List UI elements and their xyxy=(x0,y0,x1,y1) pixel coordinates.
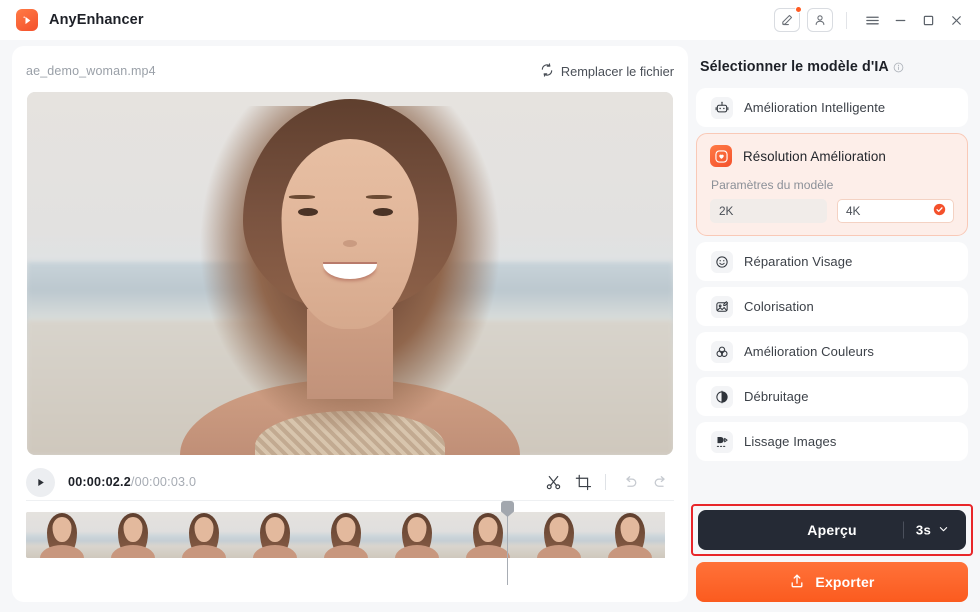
list-item[interactable] xyxy=(239,512,310,558)
subject-eye-left xyxy=(298,207,319,216)
page-title: Sélectionner le modèle d'IA xyxy=(700,59,889,75)
controls-divider xyxy=(605,474,606,490)
subject-eye-right xyxy=(372,207,393,216)
info-circle-icon[interactable] xyxy=(893,60,904,78)
model-item-colorisation[interactable]: Colorisation xyxy=(696,287,968,326)
playback-controls: 00:00:02.2/00:00:03.0 xyxy=(26,458,674,500)
preview-highlight-box: Aperçu 3s xyxy=(691,504,973,556)
list-item[interactable] xyxy=(26,512,97,558)
pen-edit-icon[interactable] xyxy=(774,6,802,32)
subject-nose xyxy=(343,240,357,248)
undo-icon[interactable] xyxy=(616,468,644,496)
model-item-amelioration-couleurs[interactable]: Amélioration Couleurs xyxy=(696,332,968,371)
model-list: Amélioration Intelligente Résolution Amé… xyxy=(696,88,968,496)
list-item[interactable] xyxy=(310,512,381,558)
robot-icon xyxy=(711,96,733,119)
resolution-heart-icon xyxy=(710,145,732,167)
selected-model-label: Résolution Amélioration xyxy=(743,148,886,164)
model-params-options: 2K 4K xyxy=(710,199,954,223)
chevron-down-icon xyxy=(938,523,949,538)
model-item-lissage-images[interactable]: Lissage Images xyxy=(696,422,968,461)
close-icon[interactable] xyxy=(942,6,970,34)
title-bar: AnyEnhancer xyxy=(0,0,980,40)
replace-file-button[interactable]: Remplacer le fichier xyxy=(540,62,674,80)
resolution-option-2k-label: 2K xyxy=(719,204,734,218)
anyenhancer-logo-icon xyxy=(16,9,38,31)
subject-brow-left xyxy=(288,194,315,199)
list-item[interactable] xyxy=(381,512,452,558)
model-item-reparation-visage[interactable]: Réparation Visage xyxy=(696,242,968,281)
editor-pane: ae_demo_woman.mp4 Remplacer le fichier 0… xyxy=(0,40,688,612)
cut-icon[interactable] xyxy=(539,468,567,496)
smiley-face-icon xyxy=(711,250,733,273)
export-button[interactable]: Exporter xyxy=(696,562,968,602)
preview-button[interactable]: Aperçu 3s xyxy=(698,510,966,550)
model-item-resolution-amelioration[interactable]: Résolution Amélioration Paramètres du mo… xyxy=(696,133,968,236)
model-item-label: Colorisation xyxy=(744,299,814,314)
time-display: 00:00:02.2/00:00:03.0 xyxy=(68,475,196,489)
model-params-label: Paramètres du modèle xyxy=(711,178,834,192)
frame-smoothing-icon xyxy=(711,430,733,453)
list-item[interactable] xyxy=(97,512,168,558)
model-item-label: Lissage Images xyxy=(744,434,837,449)
video-frame[interactable] xyxy=(27,91,673,455)
preview-button-label: Aperçu xyxy=(807,522,857,538)
crop-icon[interactable] xyxy=(569,468,597,496)
video-preview-area[interactable] xyxy=(26,86,674,458)
panel-actions: Aperçu 3s Exporter xyxy=(691,496,973,602)
current-time: 00:00:02.2 xyxy=(68,475,131,489)
resolution-option-2k[interactable]: 2K xyxy=(710,199,827,223)
notification-dot xyxy=(795,6,802,13)
refresh-swap-icon xyxy=(540,62,554,80)
timeline[interactable] xyxy=(26,500,674,602)
maximize-icon[interactable] xyxy=(914,6,942,34)
contrast-circle-icon xyxy=(711,385,733,408)
panel-header: Sélectionner le modèle d'IA xyxy=(696,46,968,88)
preview-duration-dropdown[interactable]: 3s xyxy=(916,523,949,538)
model-item-amelioration-intelligente[interactable]: Amélioration Intelligente xyxy=(696,88,968,127)
model-item-label: Amélioration Couleurs xyxy=(744,344,874,359)
play-icon[interactable] xyxy=(26,467,55,497)
replace-file-label: Remplacer le fichier xyxy=(560,63,674,79)
total-time: 00:00:03.0 xyxy=(134,475,197,489)
titlebar-divider xyxy=(846,11,847,29)
minimize-icon[interactable] xyxy=(886,6,914,34)
editor-card: ae_demo_woman.mp4 Remplacer le fichier 0… xyxy=(12,46,688,602)
hamburger-menu-icon[interactable] xyxy=(858,6,886,34)
resolution-option-4k-label: 4K xyxy=(846,204,861,218)
model-item-label: Débruitage xyxy=(744,389,809,404)
export-button-label: Exporter xyxy=(815,574,875,590)
colorize-image-icon xyxy=(711,295,733,318)
preview-button-divider xyxy=(903,521,904,539)
model-item-label: Amélioration Intelligente xyxy=(744,100,886,115)
selected-model-header: Résolution Amélioration xyxy=(710,145,954,167)
resolution-option-4k[interactable]: 4K xyxy=(837,199,954,223)
file-row: ae_demo_woman.mp4 Remplacer le fichier xyxy=(26,56,674,86)
upload-export-icon xyxy=(789,573,805,592)
timeline-playhead[interactable] xyxy=(501,501,514,585)
user-account-icon[interactable] xyxy=(807,8,833,32)
preview-duration-label: 3s xyxy=(915,522,931,538)
subject-brow-right xyxy=(366,194,393,199)
file-name: ae_demo_woman.mp4 xyxy=(26,64,156,78)
list-item[interactable] xyxy=(452,512,523,558)
list-item[interactable] xyxy=(594,512,665,558)
check-circle-icon xyxy=(933,203,946,219)
app-title: AnyEnhancer xyxy=(49,12,144,28)
model-item-label: Réparation Visage xyxy=(744,254,853,269)
redo-icon[interactable] xyxy=(646,468,674,496)
model-item-debruitage[interactable]: Débruitage xyxy=(696,377,968,416)
color-circles-icon xyxy=(711,340,733,363)
list-item[interactable] xyxy=(168,512,239,558)
ai-model-panel: Sélectionner le modèle d'IA Amélioration… xyxy=(688,40,980,612)
filmstrip[interactable] xyxy=(26,512,674,558)
list-item[interactable] xyxy=(523,512,594,558)
workspace: ae_demo_woman.mp4 Remplacer le fichier 0… xyxy=(0,40,980,612)
